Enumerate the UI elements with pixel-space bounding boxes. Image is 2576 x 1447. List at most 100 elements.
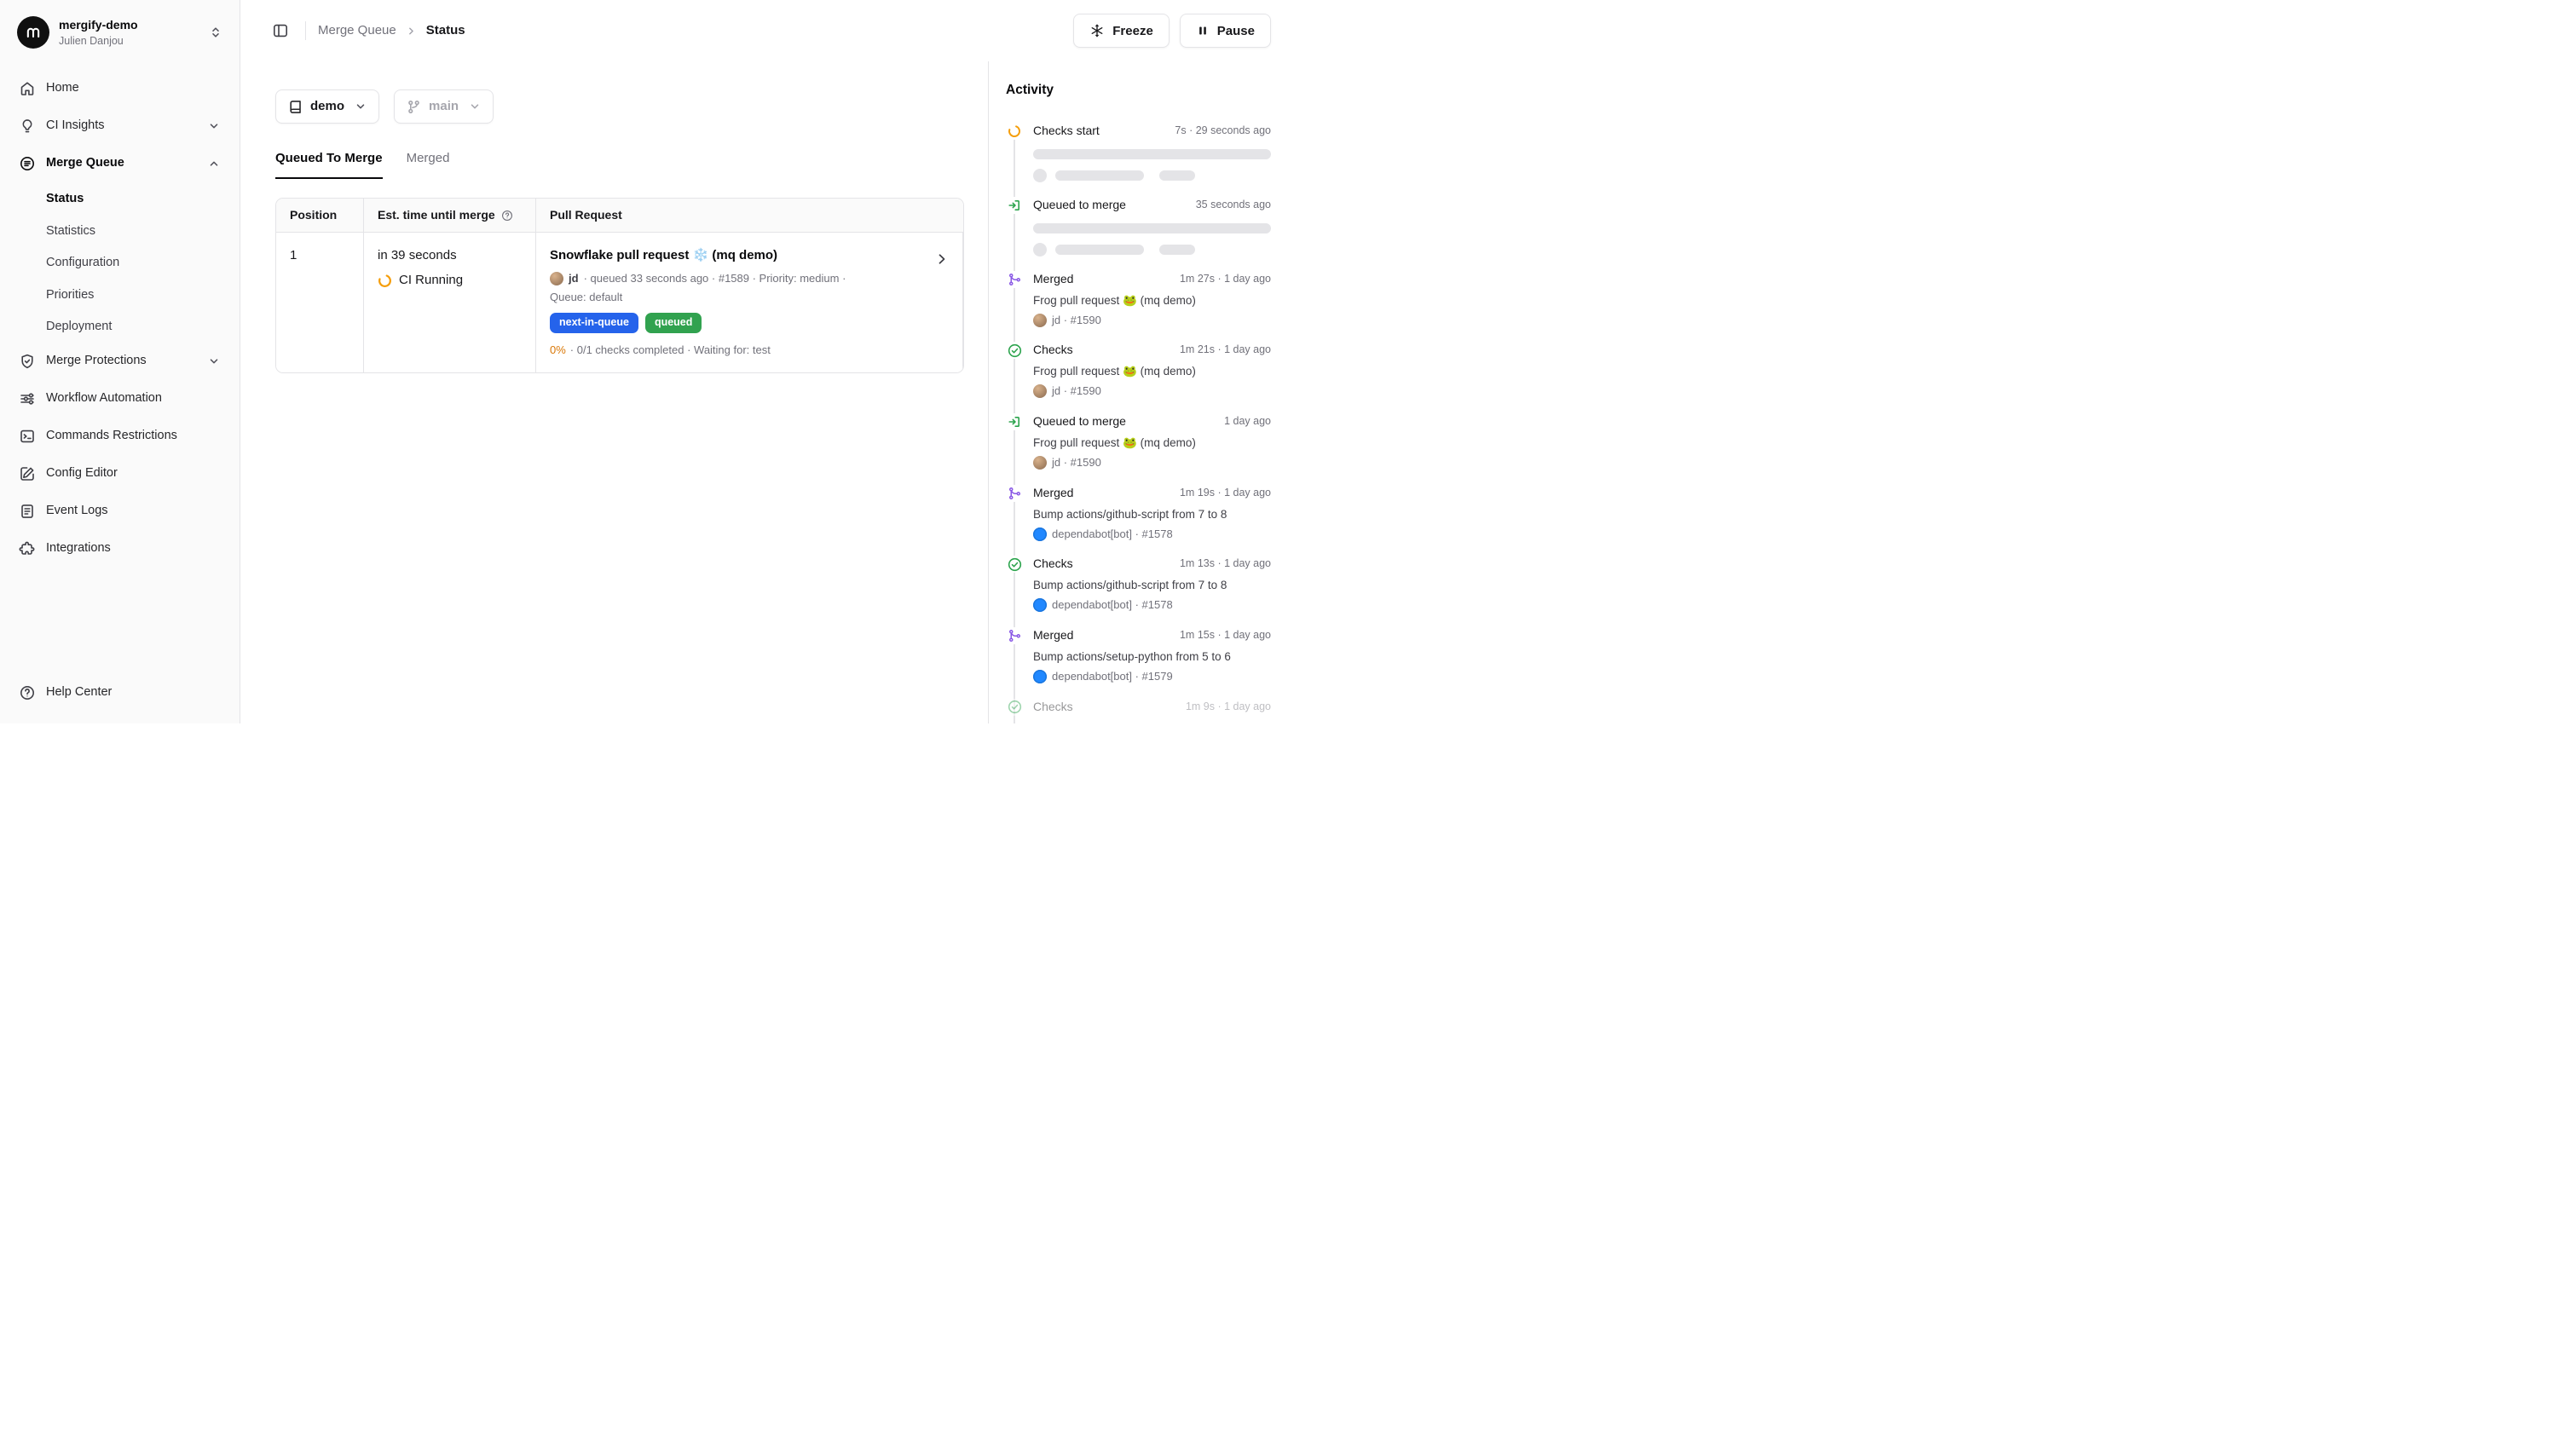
activity-pr-title[interactable]: Frog pull request 🐸 (mq demo)	[1033, 364, 1271, 379]
progress-percent: 0%	[550, 343, 566, 358]
activity-pr-title[interactable]: Frog pull request 🐸 (mq demo)	[1033, 293, 1271, 308]
queued-to-merge-icon	[1006, 413, 1023, 430]
content-row: demo main	[240, 61, 1288, 724]
column-header-position: Position	[276, 199, 364, 232]
activity-item: Queued to merge 35 seconds ago	[1006, 197, 1271, 257]
activity-pr-ref: jd · #1590	[1033, 455, 1271, 470]
git-merge-icon	[1006, 271, 1023, 288]
edit-icon	[19, 465, 36, 482]
sidebar-item-integrations[interactable]: Integrations	[10, 532, 229, 566]
sidebar-item-label: Config Editor	[46, 465, 118, 482]
sidebar-toggle-icon[interactable]	[268, 18, 293, 43]
skeleton-avatar	[1033, 243, 1047, 257]
help-icon[interactable]	[501, 210, 513, 222]
app-root: mergify-demo Julien Danjou Home CI Insig…	[0, 0, 1288, 724]
badge-queued: queued	[645, 313, 702, 333]
ci-status: CI Running	[378, 272, 522, 289]
sidebar-item-priorities[interactable]: Priorities	[10, 280, 229, 311]
skeleton-row	[1033, 243, 1271, 257]
avatar	[1033, 456, 1047, 470]
sidebar-item-statistics[interactable]: Statistics	[10, 216, 229, 247]
chevron-down-icon	[207, 119, 221, 133]
sidebar-item-ci-insights[interactable]: CI Insights	[10, 109, 229, 143]
sidebar-item-merge-protections[interactable]: Merge Protections	[10, 344, 229, 378]
dependabot-avatar	[1033, 598, 1047, 612]
activity-event-time: 7s · 29 seconds ago	[1175, 124, 1271, 138]
activity-event-time: 1m 27s · 1 day ago	[1180, 272, 1271, 286]
pr-title[interactable]: Snowflake pull request ❄️ (mq demo)	[550, 247, 949, 264]
help-circle-icon	[19, 684, 36, 701]
home-icon	[19, 80, 36, 97]
repository-select[interactable]: demo	[275, 89, 379, 124]
branch-value: main	[429, 98, 459, 115]
sidebar-footer: Help Center	[10, 676, 229, 710]
activity-event-title: Checks start	[1033, 123, 1100, 139]
breadcrumb-current: Status	[426, 22, 465, 39]
pr-queue-label: Queue: default	[550, 290, 949, 305]
activity-item: Checks 1m 13s · 1 day ago Bump actions/g…	[1006, 556, 1271, 613]
activity-item: Merged 1m 19s · 1 day ago Bump actions/g…	[1006, 485, 1271, 542]
activity-event-time: 35 seconds ago	[1196, 198, 1271, 212]
activity-pr-title[interactable]: Bump actions/setup-python from 5 to 6	[1033, 721, 1271, 724]
sidebar-item-label: Priorities	[46, 287, 94, 304]
freeze-label: Freeze	[1112, 24, 1153, 38]
breadcrumb: Merge Queue Status	[318, 22, 465, 39]
sidebar-item-workflow-automation[interactable]: Workflow Automation	[10, 382, 229, 416]
tab-queued-to-merge[interactable]: Queued To Merge	[275, 150, 383, 179]
chevron-down-icon	[207, 355, 221, 368]
org-switcher[interactable]: mergify-demo Julien Danjou	[10, 12, 229, 53]
activity-title: Activity	[1006, 82, 1271, 100]
activity-timeline: Checks start 7s · 29 seconds ago	[1006, 123, 1271, 724]
git-branch-icon	[407, 100, 421, 114]
chevron-down-icon	[468, 100, 482, 113]
freeze-button[interactable]: Freeze	[1073, 14, 1170, 48]
sidebar-item-config-editor[interactable]: Config Editor	[10, 457, 229, 491]
tab-merged[interactable]: Merged	[407, 150, 450, 179]
sidebar-item-home[interactable]: Home	[10, 72, 229, 106]
check-circle-icon	[1006, 342, 1023, 359]
pause-button[interactable]: Pause	[1180, 14, 1271, 48]
activity-panel: Activity Checks start 7s · 29 seconds ag…	[988, 61, 1288, 724]
breadcrumb-parent[interactable]: Merge Queue	[318, 22, 396, 39]
table-header-row: Position Est. time until merge Pull Requ…	[276, 199, 963, 233]
topbar-actions: Freeze Pause	[1073, 14, 1271, 48]
spinner-icon	[1006, 123, 1023, 140]
sidebar-item-deployment[interactable]: Deployment	[10, 312, 229, 343]
sidebar: mergify-demo Julien Danjou Home CI Insig…	[0, 0, 240, 724]
filters: demo main	[275, 89, 964, 124]
sidebar-item-label: Statistics	[46, 223, 95, 240]
queue-table: Position Est. time until merge Pull Requ…	[275, 198, 964, 373]
lightbulb-icon	[19, 118, 36, 135]
cell-pull-request: Snowflake pull request ❄️ (mq demo) jd ·…	[536, 233, 963, 372]
activity-pr-meta: jd · #1590	[1052, 313, 1101, 328]
activity-pr-meta: dependabot[bot] · #1578	[1052, 597, 1173, 613]
main-content: demo main	[240, 61, 988, 724]
avatar	[1033, 384, 1047, 398]
sidebar-item-status[interactable]: Status	[10, 184, 229, 215]
chevron-right-icon[interactable]	[934, 251, 950, 267]
avatar	[550, 272, 563, 285]
help-center-link[interactable]: Help Center	[10, 676, 229, 710]
chevron-up-down-icon	[209, 26, 222, 39]
activity-pr-title[interactable]: Bump actions/setup-python from 5 to 6	[1033, 649, 1271, 665]
activity-pr-meta: jd · #1590	[1052, 455, 1101, 470]
skeleton-bar	[1159, 245, 1195, 255]
git-merge-icon	[1006, 485, 1023, 502]
sidebar-item-event-logs[interactable]: Event Logs	[10, 494, 229, 528]
activity-pr-title[interactable]: Bump actions/github-script from 7 to 8	[1033, 578, 1271, 593]
sidebar-item-commands-restrictions[interactable]: Commands Restrictions	[10, 419, 229, 453]
activity-event-title: Checks	[1033, 699, 1073, 715]
dependabot-avatar	[1033, 527, 1047, 541]
activity-pr-title[interactable]: Bump actions/github-script from 7 to 8	[1033, 507, 1271, 522]
activity-pr-title[interactable]: Frog pull request 🐸 (mq demo)	[1033, 435, 1271, 451]
branch-select[interactable]: main	[394, 89, 494, 124]
activity-pr-ref: jd · #1590	[1033, 383, 1271, 399]
sidebar-item-configuration[interactable]: Configuration	[10, 248, 229, 279]
skeleton-bar	[1055, 245, 1144, 255]
sidebar-item-merge-queue[interactable]: Merge Queue	[10, 147, 229, 181]
queue-row[interactable]: 1 in 39 seconds CI Running	[276, 233, 963, 372]
activity-item: Queued to merge 1 day ago Frog pull requ…	[1006, 413, 1271, 470]
position-value: 1	[290, 248, 297, 262]
activity-event-time: 1m 19s · 1 day ago	[1180, 486, 1271, 500]
sidebar-item-label: Merge Protections	[46, 353, 147, 370]
